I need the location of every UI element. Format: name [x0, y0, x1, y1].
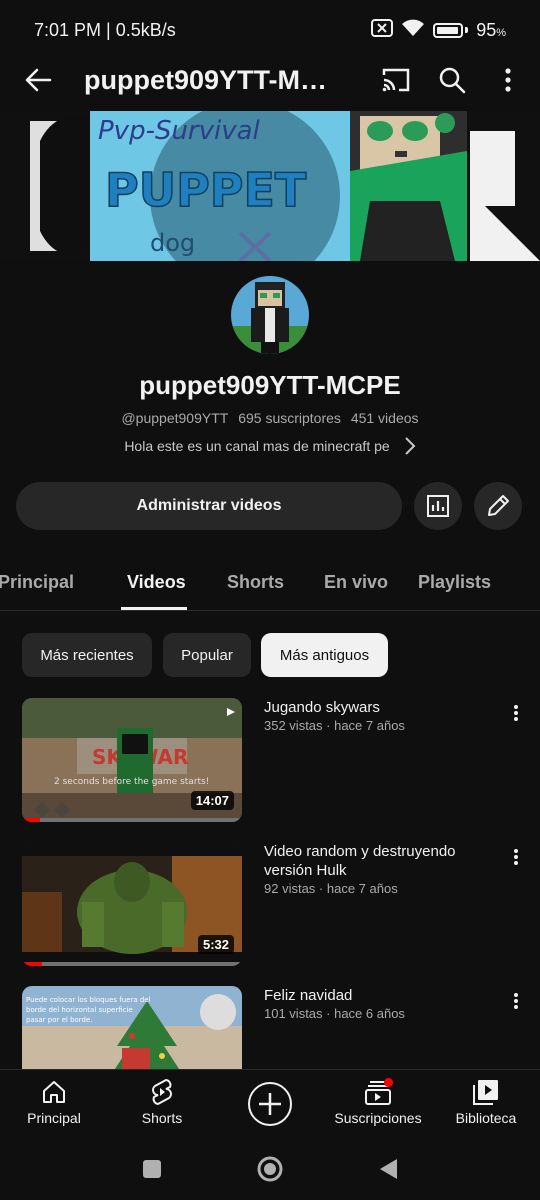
back-system-button[interactable] [372, 1153, 404, 1185]
watch-progress-bar [22, 962, 242, 966]
no-sim-icon [371, 18, 394, 42]
tab-principal[interactable]: Principal [0, 553, 74, 611]
banner-artwork: Pvp-Survival PUPPET dog [0, 111, 540, 261]
tab-videos[interactable]: Videos [127, 553, 186, 611]
watch-progress-bar [22, 818, 242, 822]
app-bar-title: puppet909YTT-MC… [84, 64, 346, 95]
chevron-right-icon [404, 437, 416, 455]
search-button[interactable] [424, 52, 480, 108]
video-item[interactable]: 5:32 Video random y destruyendo versión … [0, 842, 540, 966]
channel-handle: @puppet909YTT [121, 410, 229, 426]
nav-suscripciones[interactable]: Suscripciones [334, 1078, 422, 1134]
library-icon [472, 1078, 500, 1106]
cast-icon [382, 68, 410, 92]
cast-button[interactable] [368, 52, 424, 108]
video-info[interactable]: Jugando skywars 352 vistas · hace 7 años [264, 698, 490, 733]
active-tab-indicator [121, 607, 187, 610]
video-item[interactable]: SKYWAR 2 seconds before the game starts!… [0, 698, 540, 822]
back-arrow-icon [25, 68, 52, 92]
wifi-icon [401, 19, 425, 42]
video-info[interactable]: Feliz navidad 101 vistas · hace 6 años [264, 986, 490, 1021]
battery-tip [465, 27, 469, 33]
more-vert-icon [514, 993, 518, 1009]
shorts-icon [150, 1078, 174, 1106]
video-thumbnail[interactable]: SKYWAR 2 seconds before the game starts!… [22, 698, 242, 822]
search-icon [439, 67, 466, 94]
notification-dot [384, 1078, 393, 1087]
channel-description-text: Hola este es un canal mas de minecraft p… [124, 438, 390, 454]
recents-button[interactable] [136, 1153, 168, 1185]
edit-channel-button[interactable] [474, 482, 522, 530]
channel-avatar[interactable] [231, 276, 309, 354]
system-navigation [0, 1137, 540, 1200]
watch-progress-fill [22, 962, 42, 966]
back-button[interactable] [8, 50, 68, 110]
watch-progress-fill [22, 818, 40, 822]
nav-shorts[interactable]: Shorts [136, 1078, 188, 1134]
circle-icon [257, 1156, 283, 1182]
nav-label: Shorts [141, 1110, 183, 1126]
subscriber-count: 695 suscriptores [238, 410, 341, 426]
create-icon [247, 1080, 293, 1128]
channel-description[interactable]: Hola este es un canal mas de minecraft p… [0, 436, 540, 456]
video-more-button[interactable] [506, 844, 526, 870]
tab-playlists[interactable]: Playlists [418, 553, 491, 611]
bottom-navigation: Principal Shorts Suscripciones Bibliotec… [0, 1069, 540, 1137]
video-meta: 92 vistas · hace 7 años [264, 881, 398, 896]
more-vert-icon [514, 849, 518, 865]
video-meta: 101 vistas · hace 6 años [264, 1006, 405, 1021]
svg-text:borde del horizontal superfici: borde del horizontal superficie [26, 1006, 133, 1014]
video-meta: 352 vistas · hace 7 años [264, 718, 405, 733]
video-title[interactable]: Video random y destruyendo versión Hulk [264, 842, 490, 880]
video-title[interactable]: Feliz navidad [264, 986, 490, 1005]
square-icon [143, 1160, 161, 1178]
app-bar: puppet909YTT-MC… [0, 50, 540, 110]
nav-label: Biblioteca [455, 1110, 517, 1126]
video-more-button[interactable] [506, 988, 526, 1014]
channel-name: puppet909YTT-MCPE [139, 370, 401, 400]
svg-text:dog: dog [150, 229, 195, 257]
chip-popular[interactable]: Popular [163, 633, 251, 677]
video-title[interactable]: Jugando skywars [264, 698, 490, 717]
video-thumbnail[interactable]: 5:32 [22, 842, 242, 966]
tab-shorts[interactable]: Shorts [227, 553, 284, 611]
battery-percent: 95% [476, 19, 506, 40]
video-duration: 14:07 [190, 791, 234, 810]
battery-icon [433, 22, 464, 38]
svg-text:Pvp-Survival: Pvp-Survival [98, 116, 261, 146]
manage-videos-button[interactable]: Administrar videos [16, 482, 402, 530]
nav-label: Suscripciones [334, 1110, 422, 1126]
more-vert-icon [514, 705, 518, 721]
video-duration: 5:32 [197, 935, 234, 954]
chip-oldest[interactable]: Más antiguos [261, 633, 388, 677]
more-vert-icon [505, 68, 511, 92]
chip-most-recent[interactable]: Más recientes [22, 633, 152, 677]
home-system-button[interactable] [254, 1153, 286, 1185]
nav-biblioteca[interactable]: Biblioteca [452, 1078, 520, 1134]
avatar-image [231, 276, 309, 354]
nav-create[interactable] [246, 1080, 294, 1136]
svg-text:PUPPET: PUPPET [105, 163, 307, 217]
nav-principal[interactable]: Principal [24, 1078, 84, 1134]
channel-banner: Pvp-Survival PUPPET dog [0, 111, 540, 261]
analytics-button[interactable] [414, 482, 462, 530]
video-more-button[interactable] [506, 700, 526, 726]
svg-text:Puede colocar los bloques fuer: Puede colocar los bloques fuera del [26, 996, 151, 1004]
svg-text:2 seconds before the game star: 2 seconds before the game starts! [54, 777, 209, 787]
pencil-icon [488, 495, 509, 516]
home-icon [41, 1078, 67, 1106]
video-count: 451 videos [350, 410, 419, 426]
more-options-button[interactable] [480, 52, 536, 108]
analytics-icon [427, 495, 449, 517]
channel-meta: @puppet909YTT 695 suscriptores 451 video… [0, 410, 540, 426]
app-bar-actions [368, 52, 536, 108]
channel-tabs: Principal Videos Shorts En vivo Playlist… [0, 553, 540, 611]
nav-label: Principal [27, 1110, 81, 1126]
triangle-back-icon [380, 1159, 397, 1179]
svg-text:pasar por el borde.: pasar por el borde. [26, 1016, 93, 1024]
tab-en-vivo[interactable]: En vivo [324, 553, 388, 611]
status-icons: 95% [371, 18, 506, 42]
video-info[interactable]: Video random y destruyendo versión Hulk … [264, 842, 490, 896]
status-time: 7:01 PM | 0.5kB/s [34, 19, 176, 40]
